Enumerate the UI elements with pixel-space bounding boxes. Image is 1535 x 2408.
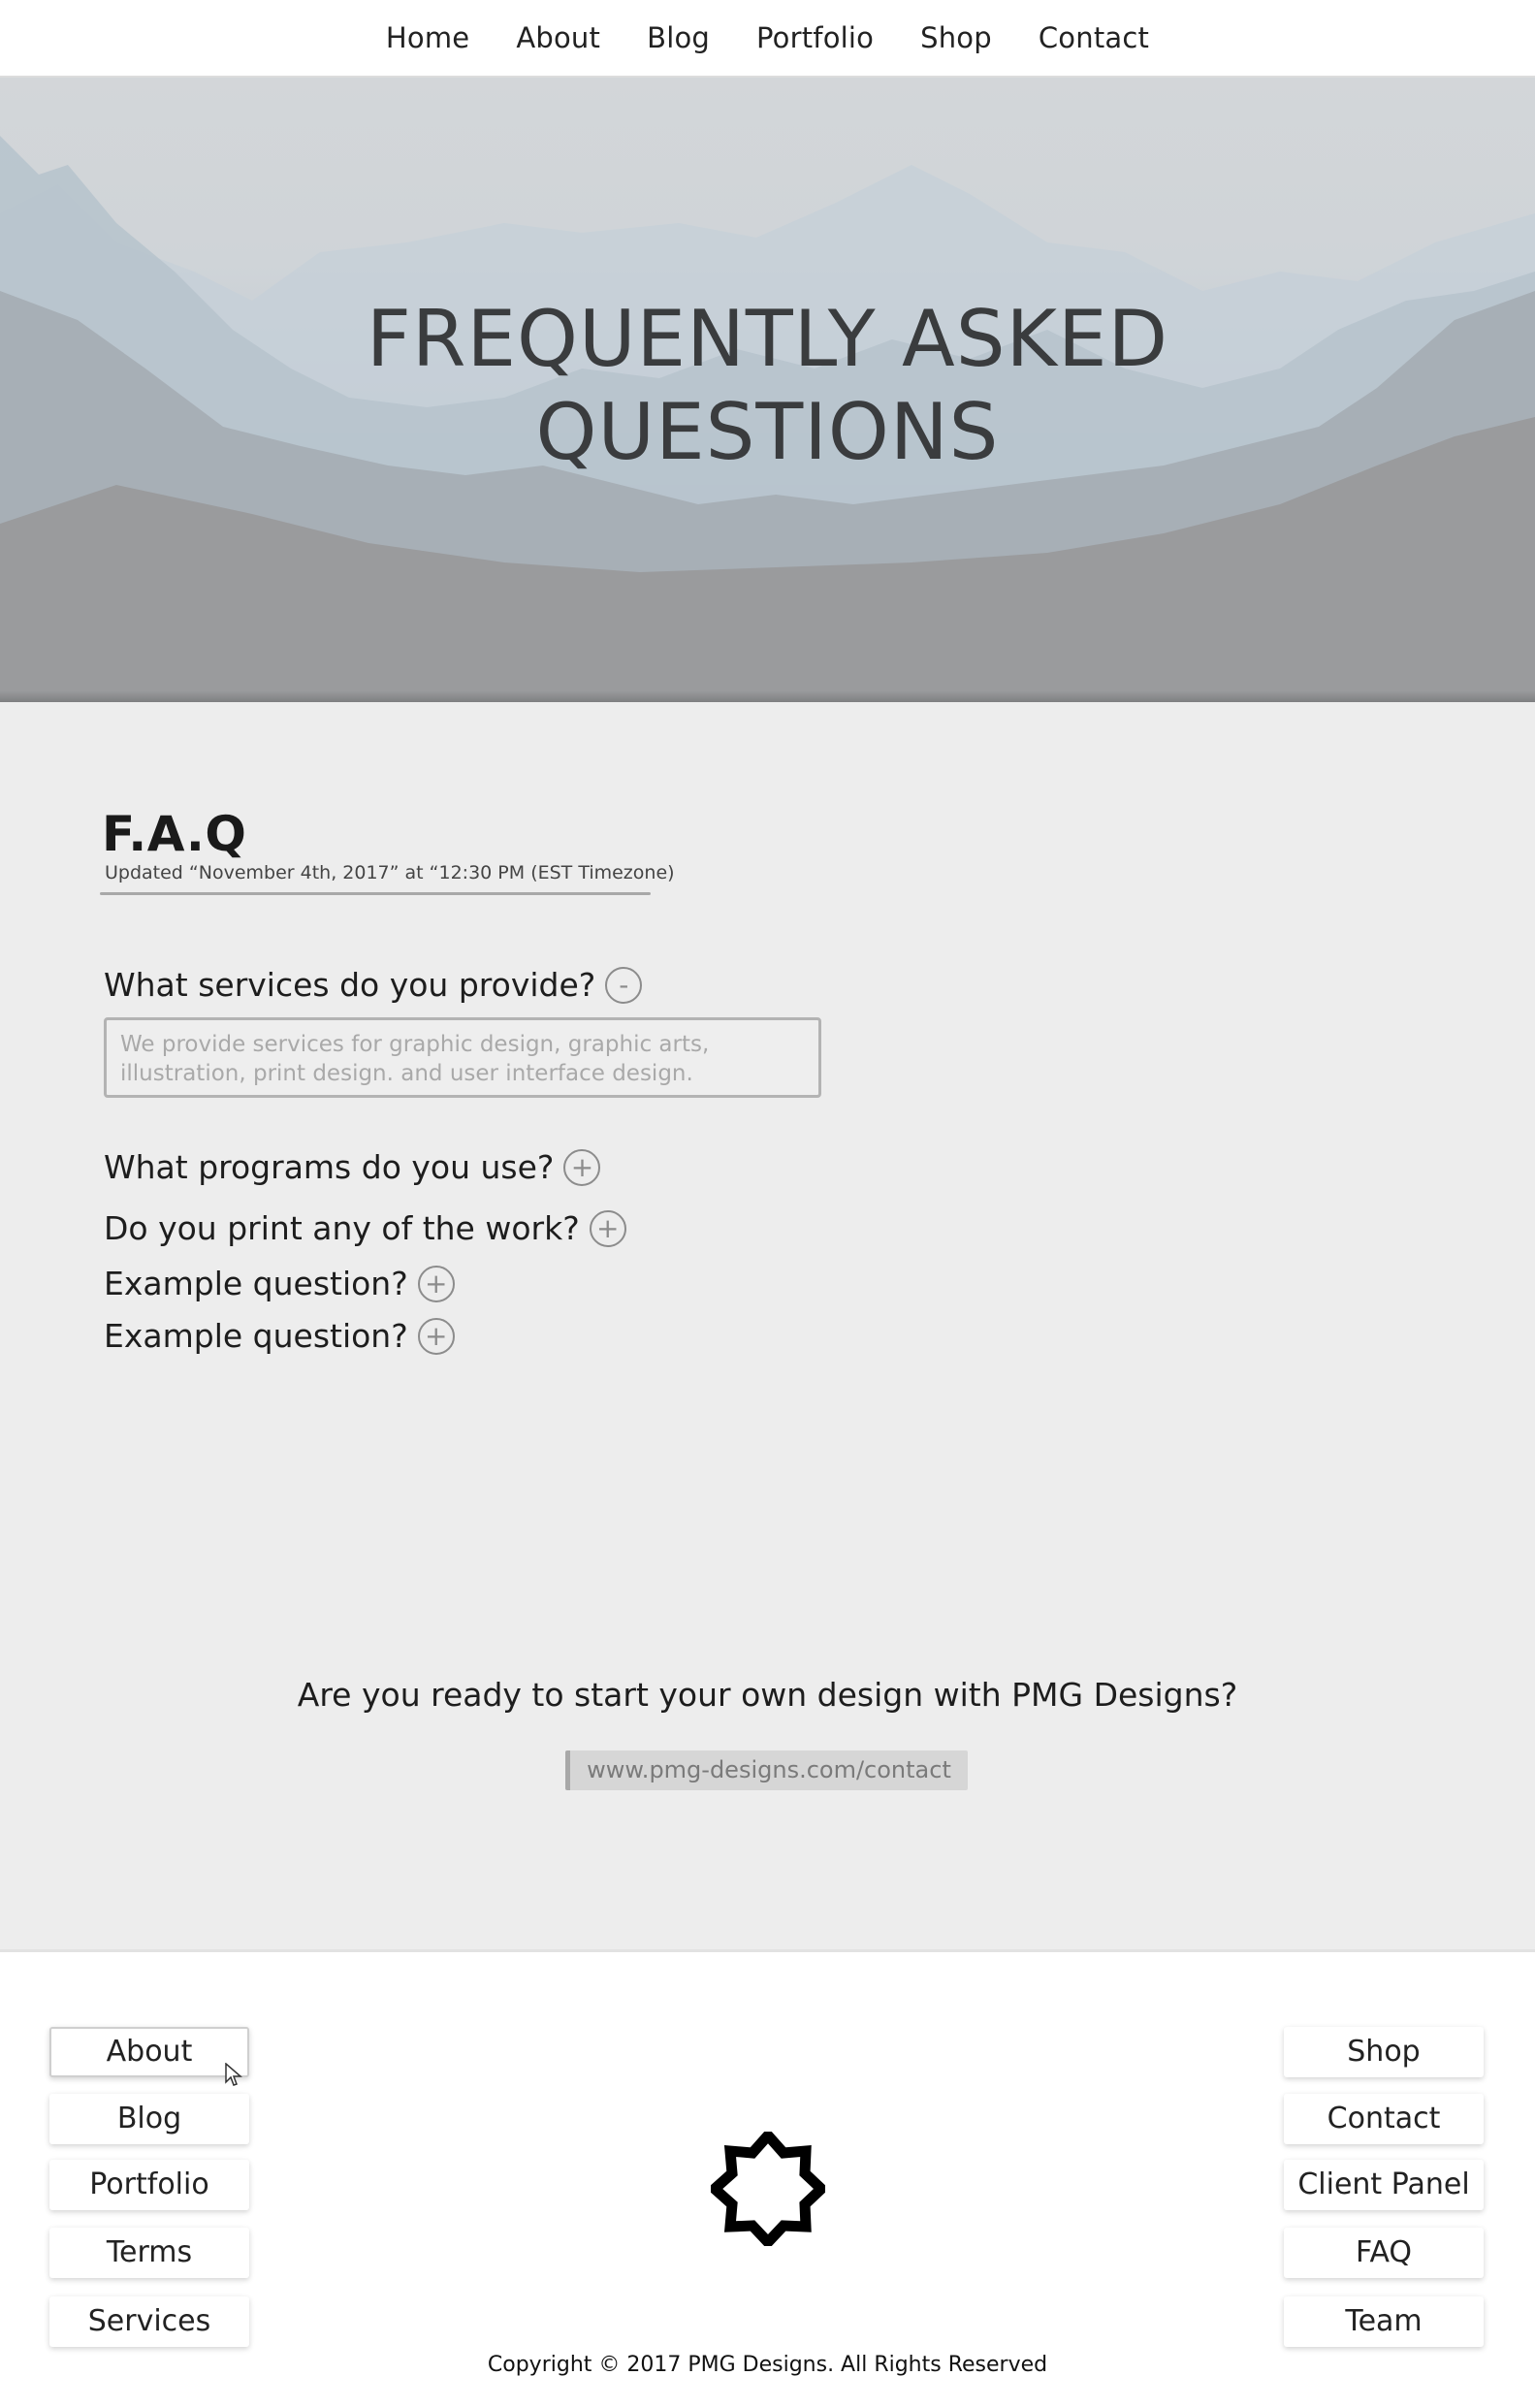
nav-contact-link[interactable]: Contact [1015, 21, 1172, 54]
nav-portfolio-link[interactable]: Portfolio [733, 21, 897, 54]
expand-icon[interactable]: + [417, 1265, 455, 1302]
footer-blog-button[interactable]: Blog [49, 2094, 249, 2144]
hero-banner: FREQUENTLY ASKED QUESTIONS [0, 78, 1535, 702]
nav-about-link[interactable]: About [493, 21, 624, 54]
faq-question-text: Example question? [104, 1265, 408, 1302]
footer: About Blog Portfolio Terms Services Shop… [0, 1949, 1535, 2408]
contact-link-button[interactable]: www.pmg-designs.com/contact [565, 1750, 968, 1790]
faq-question-4[interactable]: Example question? + [104, 1265, 455, 1302]
expand-icon[interactable]: + [563, 1148, 601, 1186]
expand-icon[interactable]: + [589, 1209, 626, 1247]
faq-question-text: What programs do you use? [104, 1148, 555, 1186]
nav-shop-link[interactable]: Shop [897, 21, 1015, 54]
expand-icon[interactable]: + [417, 1317, 455, 1355]
mouse-pointer-icon [225, 2063, 242, 2086]
faq-answer-1: We provide services for graphic design, … [104, 1017, 821, 1098]
top-nav: Home About Blog Portfolio Shop Contact [0, 0, 1535, 78]
faq-question-text: Example question? [104, 1317, 408, 1355]
eight-point-star-icon[interactable] [711, 2132, 825, 2246]
faq-question-text: What services do you provide? [104, 966, 596, 1004]
faq-updated-text: Updated “November 4th, 2017” at “12:30 P… [105, 862, 675, 883]
hero-title-line1: FREQUENTLY ASKED [366, 294, 1169, 384]
hero-title-line2: QUESTIONS [535, 387, 1000, 477]
footer-portfolio-button[interactable]: Portfolio [49, 2160, 249, 2210]
faq-question-1[interactable]: What services do you provide? - [104, 966, 643, 1004]
copyright-text: Copyright © 2017 PMG Designs. All Rights… [487, 2353, 1048, 2377]
cta-text: Are you ready to start your own design w… [297, 1676, 1238, 1714]
hero-divider [0, 690, 1535, 702]
faq-heading: F.A.Q [102, 806, 247, 862]
nav-home-link[interactable]: Home [363, 21, 493, 54]
nav-blog-link[interactable]: Blog [624, 21, 733, 54]
footer-contact-button[interactable]: Contact [1284, 2094, 1484, 2144]
footer-terms-button[interactable]: Terms [49, 2228, 249, 2278]
footer-team-button[interactable]: Team [1284, 2296, 1484, 2347]
hero-title: FREQUENTLY ASKED QUESTIONS [0, 293, 1535, 479]
footer-client-panel-button[interactable]: Client Panel [1284, 2160, 1484, 2210]
footer-services-button[interactable]: Services [49, 2296, 249, 2347]
faq-question-5[interactable]: Example question? + [104, 1317, 455, 1355]
faq-question-3[interactable]: Do you print any of the work? + [104, 1209, 626, 1247]
faq-question-text: Do you print any of the work? [104, 1209, 580, 1247]
faq-section: F.A.Q Updated “November 4th, 2017” at “1… [0, 702, 1535, 1949]
collapse-icon[interactable]: - [605, 966, 643, 1004]
faq-divider [100, 892, 651, 895]
faq-question-2[interactable]: What programs do you use? + [104, 1148, 601, 1186]
footer-shop-button[interactable]: Shop [1284, 2027, 1484, 2077]
footer-faq-button[interactable]: FAQ [1284, 2228, 1484, 2278]
footer-about-button[interactable]: About [49, 2027, 249, 2077]
